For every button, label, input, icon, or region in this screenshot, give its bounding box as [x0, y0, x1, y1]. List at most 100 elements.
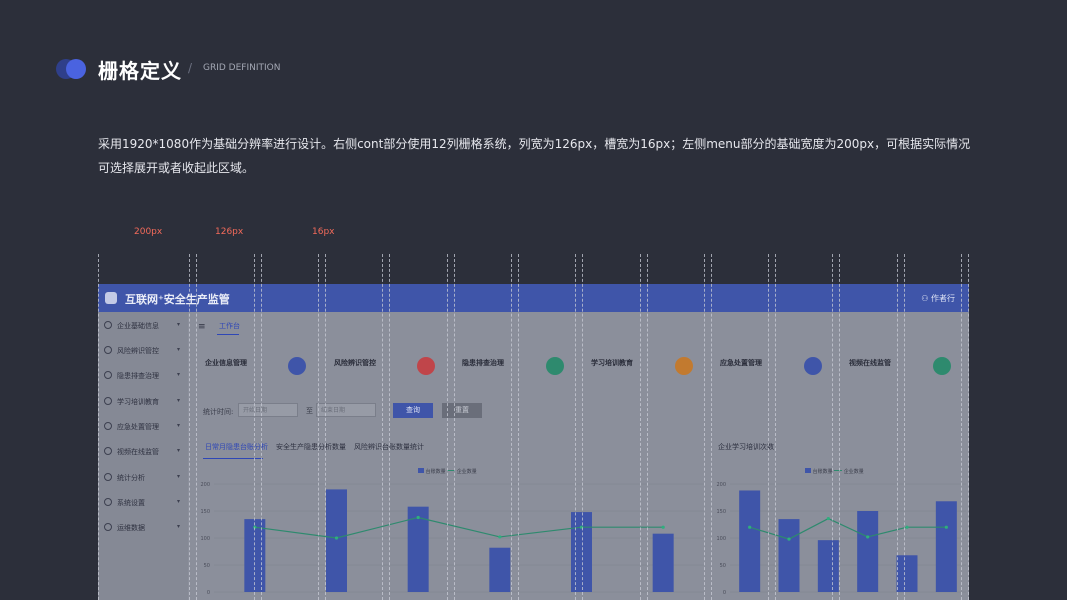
dimension-menu-label: 200px: [134, 227, 163, 237]
sidebar-item-label: 系统设置: [117, 499, 145, 507]
chevron-down-icon: ▾: [176, 523, 180, 530]
database-icon: [104, 523, 112, 531]
grid-guide-line: [454, 254, 455, 600]
sidebar-item-statistics[interactable]: 统计分析 ▾: [104, 473, 184, 485]
sidebar-item-enterprise-info[interactable]: 企业基础信息 ▾: [104, 321, 184, 333]
line-point: [826, 516, 830, 521]
sidebar-item-risk[interactable]: 风险辨识管控 ▾: [104, 346, 184, 358]
grid-guide-line: [711, 254, 712, 600]
shield-icon: [417, 357, 435, 375]
legend-line-label: 企业数量: [456, 469, 477, 475]
sidebar-item-hazard[interactable]: 隐患排查治理 ▾: [104, 371, 184, 383]
warning-icon: [546, 357, 564, 375]
sidebar-item-label: 统计分析: [117, 474, 145, 482]
camera-icon: [933, 357, 951, 375]
left-chart: 0 50 100 150 200: [200, 482, 704, 596]
right-chart: 0 50 100 150 200: [716, 482, 966, 596]
chevron-down-icon: ▾: [176, 321, 180, 328]
alarm-icon: [804, 357, 822, 375]
y-tick-label: 150: [716, 509, 726, 515]
gear-icon: [104, 498, 112, 506]
line-point: [905, 525, 909, 529]
grid-guide-line: [575, 254, 576, 600]
sidebar-item-settings[interactable]: 系统设置 ▾: [104, 498, 184, 510]
grid-guide-line: [189, 254, 190, 600]
grid-guide-line: [196, 254, 197, 600]
start-date-input[interactable]: 开始日期: [238, 403, 298, 417]
chevron-down-icon: ▾: [176, 346, 180, 353]
grid-guide-line: [447, 254, 448, 600]
hazard-icon: [104, 371, 112, 379]
document-icon: [288, 357, 306, 375]
grid-guide-line: [832, 254, 833, 600]
chevron-down-icon: ▾: [176, 422, 180, 429]
sidebar-item-label: 视频在线监管: [117, 448, 159, 456]
sidebar: 企业基础信息 ▾ 风险辨识管控 ▾ 隐患排查治理 ▾ 学习培训教育 ▾ 应急处置管理 ▾ …: [98, 312, 188, 600]
user-name: 作者行: [931, 294, 955, 303]
sidebar-item-video[interactable]: 视频在线监管 ▾: [104, 447, 184, 459]
card-enterprise-info-label[interactable]: 企业信息管理: [205, 358, 247, 368]
grid-guide-line: [382, 254, 383, 600]
query-button[interactable]: 查询: [393, 403, 433, 418]
chevron-down-icon: ▾: [176, 447, 180, 454]
chevron-down-icon: ▾: [176, 371, 180, 378]
grid-guide-line: [768, 254, 769, 600]
grid-guide-line: [961, 254, 962, 600]
chart-tab-safety[interactable]: 安全生产隐患分析数量: [276, 442, 346, 452]
y-tick-label: 0: [207, 590, 210, 596]
card-training-label[interactable]: 学习培训教育: [591, 358, 633, 368]
y-tick-label: 200: [200, 482, 210, 488]
chart-tab-monthly[interactable]: 日常月隐患台账分析: [205, 442, 268, 452]
tab-workbench[interactable]: 工作台: [219, 321, 240, 331]
card-hazard-label[interactable]: 隐患排查治理: [462, 358, 504, 368]
app-title: 互联网⁺安全生产监管: [125, 293, 230, 306]
bar: [739, 490, 761, 592]
grid-guide-line: [98, 254, 99, 600]
line-point: [661, 525, 665, 529]
description-line-2: 可选择展开或者收起此区域。: [98, 161, 255, 175]
sidebar-item-emergency[interactable]: 应急处置管理 ▾: [104, 422, 184, 434]
legend-bar-swatch: [805, 468, 811, 473]
chevron-down-icon: ▾: [176, 498, 180, 505]
grid-guide-line: [839, 254, 840, 600]
line-series: [254, 516, 664, 539]
menu-toggle-icon[interactable]: ≡: [198, 322, 206, 332]
legend-bar-label: 台账数量: [812, 469, 833, 475]
card-emergency-label[interactable]: 应急处置管理: [720, 358, 762, 368]
filter-label: 统计时间:: [203, 408, 234, 416]
grid-guide-line: [640, 254, 641, 600]
line-point: [866, 535, 870, 539]
legend-bar-label: 台账数量: [425, 469, 446, 475]
book-icon: [104, 397, 112, 405]
chart-icon: [104, 473, 112, 481]
card-risk-label[interactable]: 风险辨识管控: [334, 358, 376, 368]
shield-logo-icon: [105, 292, 117, 304]
reset-button[interactable]: 重置: [442, 403, 482, 418]
right-chart-title: 企业学习培训次数: [718, 443, 774, 451]
grid-guide-line: [582, 254, 583, 600]
dimension-column-label: 126px: [215, 227, 244, 237]
card-video-label[interactable]: 视频在线监管: [849, 358, 891, 368]
description: 采用1920*1080作为基础分辨率进行设计。右侧cont部分使用12列栅格系统…: [98, 132, 998, 180]
bar: [778, 519, 800, 592]
line-point: [787, 537, 791, 541]
user-menu[interactable]: ⚇ 作者行: [921, 293, 955, 304]
sidebar-item-label: 企业基础信息: [117, 322, 159, 330]
y-tick-label: 50: [720, 563, 726, 569]
building-icon: [104, 321, 112, 329]
line-point: [748, 525, 752, 529]
grid-guide-line: [261, 254, 262, 600]
filter-separator: 至: [306, 407, 313, 415]
sidebar-item-ops[interactable]: 运维数据 ▾: [104, 523, 184, 535]
tab-active-indicator: [217, 334, 239, 335]
sidebar-item-training[interactable]: 学习培训教育 ▾: [104, 397, 184, 409]
grid-guide-line: [775, 254, 776, 600]
grid-guide-line: [518, 254, 519, 600]
camera-icon: [104, 447, 112, 455]
sidebar-item-label: 应急处置管理: [117, 423, 159, 431]
legend-right: 台账数量 企业数量: [805, 468, 864, 475]
y-tick-label: 150: [200, 509, 210, 515]
bar: [652, 533, 674, 592]
grid-guide-line: [389, 254, 390, 600]
grid-guide-line: [897, 254, 898, 600]
